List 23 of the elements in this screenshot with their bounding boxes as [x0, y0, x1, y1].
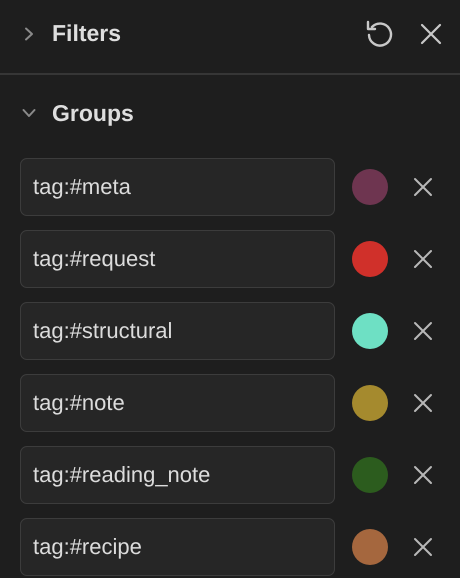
remove-icon[interactable] [413, 249, 433, 269]
color-swatch[interactable] [352, 457, 388, 493]
color-swatch[interactable] [352, 241, 388, 277]
color-swatch[interactable] [352, 529, 388, 565]
chevron-icon[interactable] [22, 106, 36, 120]
close-icon[interactable] [420, 22, 442, 44]
color-swatch[interactable] [352, 169, 388, 205]
color-swatch[interactable] [352, 385, 388, 421]
query-field[interactable]: tag:#note [20, 374, 335, 432]
query-field[interactable]: tag:#reading_note [20, 446, 335, 504]
color-swatch[interactable] [352, 313, 388, 349]
section-title[interactable]: Groups [52, 100, 134, 126]
query-field[interactable]: tag:#recipe [20, 518, 335, 576]
query-field[interactable]: tag:#request [20, 230, 335, 288]
chevron-icon[interactable] [22, 26, 36, 40]
remove-icon[interactable] [413, 177, 433, 197]
remove-icon[interactable] [413, 321, 433, 341]
section-title[interactable]: Filters [52, 20, 122, 47]
remove-icon[interactable] [413, 537, 433, 557]
query-field[interactable]: tag:#meta [20, 158, 335, 216]
query-field[interactable]: tag:#structural [20, 302, 335, 360]
remove-icon[interactable] [413, 465, 433, 485]
remove-icon[interactable] [413, 393, 433, 413]
